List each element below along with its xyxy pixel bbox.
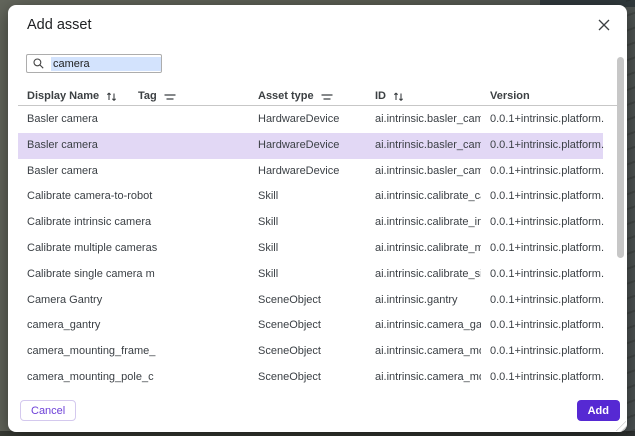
cell-id: ai.intrinsic.camera_mounti — [375, 339, 481, 365]
cell-name: camera_mounting_frame_ — [27, 339, 158, 365]
table-row[interactable]: camera_mounting_frame_ SceneObject ai.intr… — [18, 339, 603, 365]
cell-version: 0.0.1+intrinsic.platform.20 — [490, 288, 604, 314]
scrollbar[interactable] — [617, 57, 624, 258]
cell-version: 0.0.1+intrinsic.platform.20 — [490, 133, 604, 159]
cell-name: camera_mounting_pole_c — [27, 365, 158, 391]
cell-type: Skill — [258, 236, 358, 262]
cell-tag — [140, 159, 220, 185]
cell-version: 0.0.1+intrinsic.platform.20 — [490, 210, 604, 236]
cell-tag — [140, 365, 220, 391]
cell-tag — [140, 133, 220, 159]
cell-type: HardwareDevice — [258, 107, 358, 133]
column-header-id[interactable]: ID — [375, 88, 404, 105]
cell-tag — [140, 107, 220, 133]
cell-tag — [140, 339, 220, 365]
table-row[interactable]: Basler camera HardwareDevice ai.intrinsic.… — [18, 133, 603, 159]
close-button[interactable] — [595, 18, 613, 36]
cell-type: SceneObject — [258, 288, 358, 314]
cell-name: Basler camera — [27, 159, 158, 185]
cell-version: 0.0.1+intrinsic.platform.20 — [490, 107, 604, 133]
cell-version: 0.0.1+intrinsic.platform.20 — [490, 262, 604, 288]
table-header: Display Name Tag Asset type ID Version — [8, 88, 627, 105]
column-label: Asset type — [258, 88, 314, 105]
table-row[interactable]: camera_mounting_pole_c SceneObject ai.intr… — [18, 365, 603, 391]
search-icon — [33, 58, 44, 69]
table-row[interactable]: Basler camera HardwareDevice ai.intrinsic.… — [18, 107, 603, 133]
cell-type: Skill — [258, 262, 358, 288]
sort-icon[interactable] — [393, 91, 404, 102]
cell-id: ai.intrinsic.calibrate_multip — [375, 236, 481, 262]
column-label: Tag — [138, 88, 157, 105]
filter-icon[interactable] — [164, 93, 176, 101]
add-button[interactable]: Add — [577, 400, 620, 421]
cell-type: Skill — [258, 210, 358, 236]
cell-type: SceneObject — [258, 313, 358, 339]
column-header-asset-type[interactable]: Asset type — [258, 88, 333, 105]
table-row[interactable]: camera_gantry SceneObject ai.intrinsic.cam… — [18, 313, 603, 339]
sort-icon[interactable] — [106, 91, 117, 102]
add-asset-dialog: Add asset camera Display Name Tag Asset ty… — [8, 5, 627, 432]
cell-tag — [140, 184, 220, 210]
cell-name: Basler camera — [27, 107, 158, 133]
cell-version: 0.0.1+intrinsic.platform.20 — [490, 365, 604, 391]
column-header-version[interactable]: Version — [490, 88, 530, 105]
column-label: Version — [490, 88, 530, 105]
cell-type: Skill — [258, 184, 358, 210]
cell-id: ai.intrinsic.calibrate_single — [375, 262, 481, 288]
cell-id: ai.intrinsic.calibrate_intrins — [375, 210, 481, 236]
cell-name: Calibrate camera-to-robot — [27, 184, 158, 210]
close-icon — [598, 18, 610, 36]
cell-type: HardwareDevice — [258, 133, 358, 159]
cell-type: SceneObject — [258, 339, 358, 365]
cell-id: ai.intrinsic.basler_camera_ — [375, 133, 481, 159]
cell-tag — [140, 210, 220, 236]
column-label: Display Name — [27, 88, 99, 105]
cell-id: ai.intrinsic.basler_camera_ — [375, 159, 481, 185]
cell-version: 0.0.1+intrinsic.platform.20 — [490, 159, 604, 185]
cell-type: SceneObject — [258, 365, 358, 391]
cell-tag — [140, 236, 220, 262]
column-label: ID — [375, 88, 386, 105]
search-input[interactable]: camera — [26, 54, 162, 73]
cell-version: 0.0.1+intrinsic.platform.20 — [490, 236, 604, 262]
cell-version: 0.0.1+intrinsic.platform.20 — [490, 313, 604, 339]
cell-name: camera_gantry — [27, 313, 158, 339]
asset-table: Basler camera HardwareDevice ai.intrinsic.… — [8, 107, 627, 391]
column-header-display-name[interactable]: Display Name — [27, 88, 117, 105]
cell-id: ai.intrinsic.gantry — [375, 288, 481, 314]
table-row[interactable]: Calibrate camera-to-robot Skill ai.intrins… — [18, 184, 603, 210]
table-row[interactable]: Basler camera HardwareDevice ai.intrinsic.… — [18, 159, 603, 185]
cell-type: HardwareDevice — [258, 159, 358, 185]
cell-tag — [140, 288, 220, 314]
cell-id: ai.intrinsic.camera_mounti — [375, 365, 481, 391]
cell-id: ai.intrinsic.calibrate_came — [375, 184, 481, 210]
dialog-title: Add asset — [27, 17, 92, 33]
cell-name: Calibrate single camera m — [27, 262, 158, 288]
cell-name: Calibrate multiple cameras — [27, 236, 158, 262]
cancel-button[interactable]: Cancel — [20, 400, 76, 421]
cell-id: ai.intrinsic.camera_gantry — [375, 313, 481, 339]
cell-tag — [140, 313, 220, 339]
cell-name: Basler camera — [27, 133, 158, 159]
cell-id: ai.intrinsic.basler_camera — [375, 107, 481, 133]
cell-version: 0.0.1+intrinsic.platform.20 — [490, 339, 604, 365]
filter-icon[interactable] — [321, 93, 333, 101]
cell-name: Camera Gantry — [27, 288, 158, 314]
table-row[interactable]: Calibrate single camera m Skill ai.intrins… — [18, 262, 603, 288]
background-scene-lines — [626, 0, 635, 436]
header-divider — [18, 105, 618, 106]
cell-version: 0.0.1+intrinsic.platform.20 — [490, 184, 604, 210]
column-header-tag[interactable]: Tag — [138, 88, 176, 105]
table-row[interactable]: Camera Gantry SceneObject ai.intrinsic.gan… — [18, 288, 603, 314]
cell-name: Calibrate intrinsic camera — [27, 210, 158, 236]
search-value: camera — [51, 57, 161, 71]
cell-tag — [140, 262, 220, 288]
table-row[interactable]: Calibrate multiple cameras Skill ai.intrin… — [18, 236, 603, 262]
table-row[interactable]: Calibrate intrinsic camera Skill ai.intrin… — [18, 210, 603, 236]
